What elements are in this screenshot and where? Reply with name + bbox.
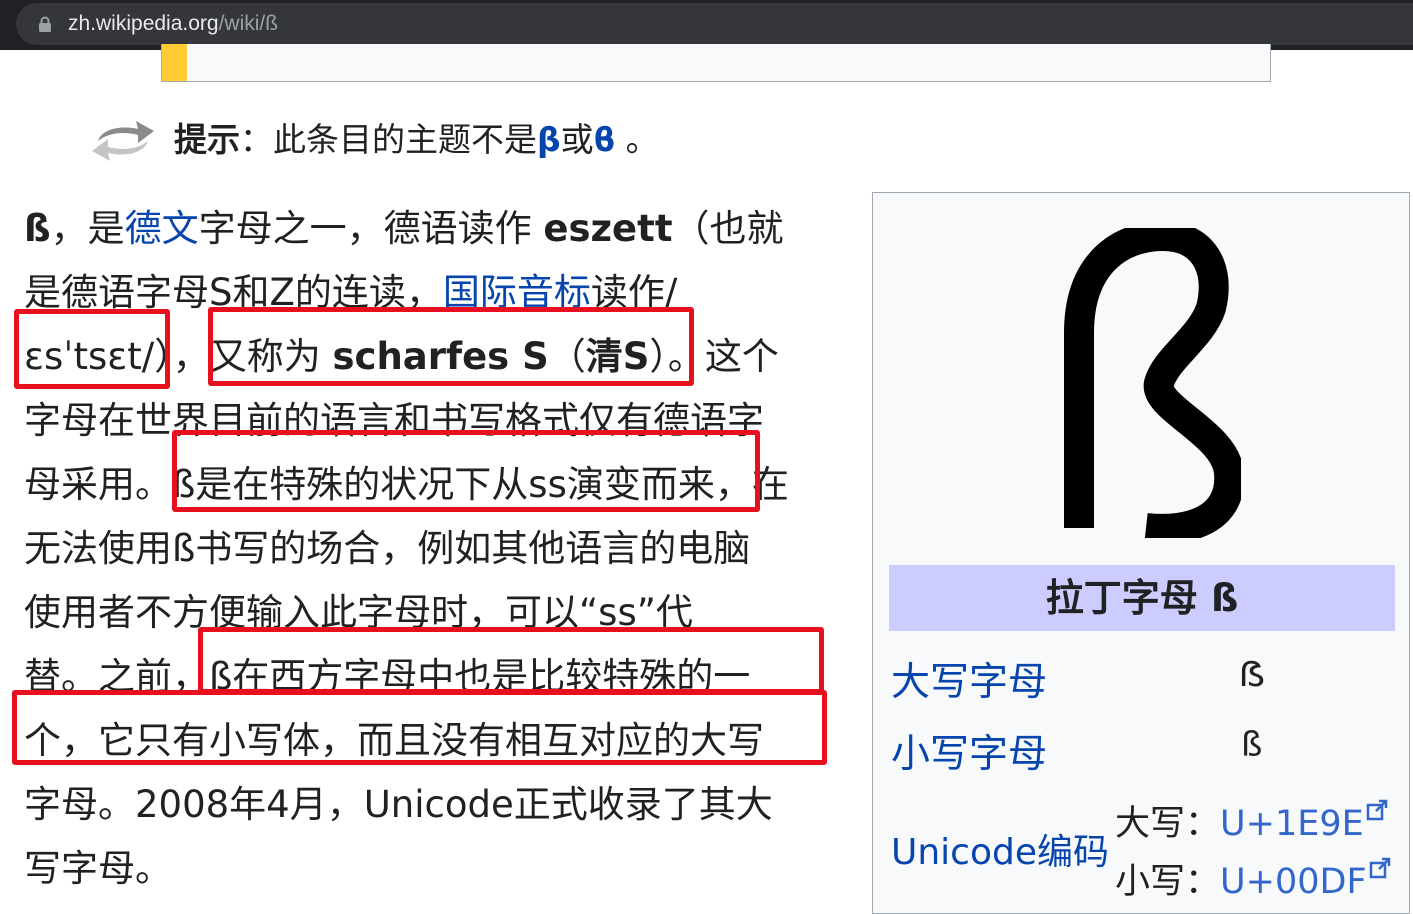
hatnote: 提示：此条目的主题不是β或ϐ 。 [174,120,659,159]
text-line: ß，是德文字母之一，德语读作 eszett（也就 [24,207,784,250]
text-line: 替。之前，ß在西方字母中也是比较特殊的一 [24,655,751,698]
link-beta[interactable]: β [537,120,561,159]
hatnote-label: 提示 [174,120,240,159]
lower-case-value: ß [1241,725,1263,765]
text-line: 使用者不方便输入此字母时，可以“ss”代 [24,591,693,634]
infobox-caption: 拉丁字母 ß [889,565,1395,631]
lower-case-link[interactable]: 小写字母 [891,723,1047,779]
link-curly-beta[interactable]: ϐ [594,120,615,159]
text-line: 字母。2008年4月，Unicode正式收录了其大 [24,783,773,826]
infobox: 拉丁字母 ß 大写字母 ẞ 小写字母 ß Unicode编码 大写：U+1E9E… [872,192,1410,914]
lock-icon[interactable] [38,16,52,32]
text-line: 是德语字母S和Z的连读，国际音标读作/ [24,271,678,314]
text-line: 个，它只有小写体，而且没有相互对应的大写 [24,719,764,762]
text-line: 字母在世界目前的语言和书写格式仅有德语字 [24,399,764,442]
link-ipa[interactable]: 国际音标 [443,271,591,314]
text-line: ɛsˈtsɛt/），又称为 scharfes S（清S）。这个 [24,335,779,378]
upper-case-value: ẞ [1239,655,1266,695]
text-line: 写字母。 [24,847,172,890]
text-line: 母采用。ß是在特殊的状况下从ss演变而来，在 [24,463,789,506]
unicode-upper-link[interactable]: U+1E9E [1220,804,1364,844]
text-line: 无法使用ß书写的场合，例如其他语言的电脑 [24,527,751,570]
upper-case-link[interactable]: 大写字母 [891,651,1047,707]
eszett-glyph-image [1064,228,1241,538]
external-link-icon[interactable] [1369,857,1391,879]
hatnote-arrows-icon [92,121,154,161]
notice-stripe [162,44,187,81]
unicode-lower: 小写：U+00DF [1115,853,1391,904]
url-text[interactable]: zh.wikipedia.org/wiki/ß [68,11,278,37]
external-link-icon[interactable] [1366,799,1388,821]
link-german[interactable]: 德文 [125,207,199,250]
browser-toolbar: zh.wikipedia.org/wiki/ß [0,0,1413,50]
address-bar[interactable]: zh.wikipedia.org/wiki/ß [16,3,1413,45]
unicode-lower-link[interactable]: U+00DF [1220,862,1367,902]
unicode-upper: 大写：U+1E9E [1115,795,1388,846]
article-paragraph: ß，是德文字母之一，德语读作 eszett（也就 是德语字母S和Z的连读，国际音… [24,197,834,901]
unicode-link[interactable]: Unicode编码 [891,823,1109,875]
top-notice-box [161,44,1271,82]
